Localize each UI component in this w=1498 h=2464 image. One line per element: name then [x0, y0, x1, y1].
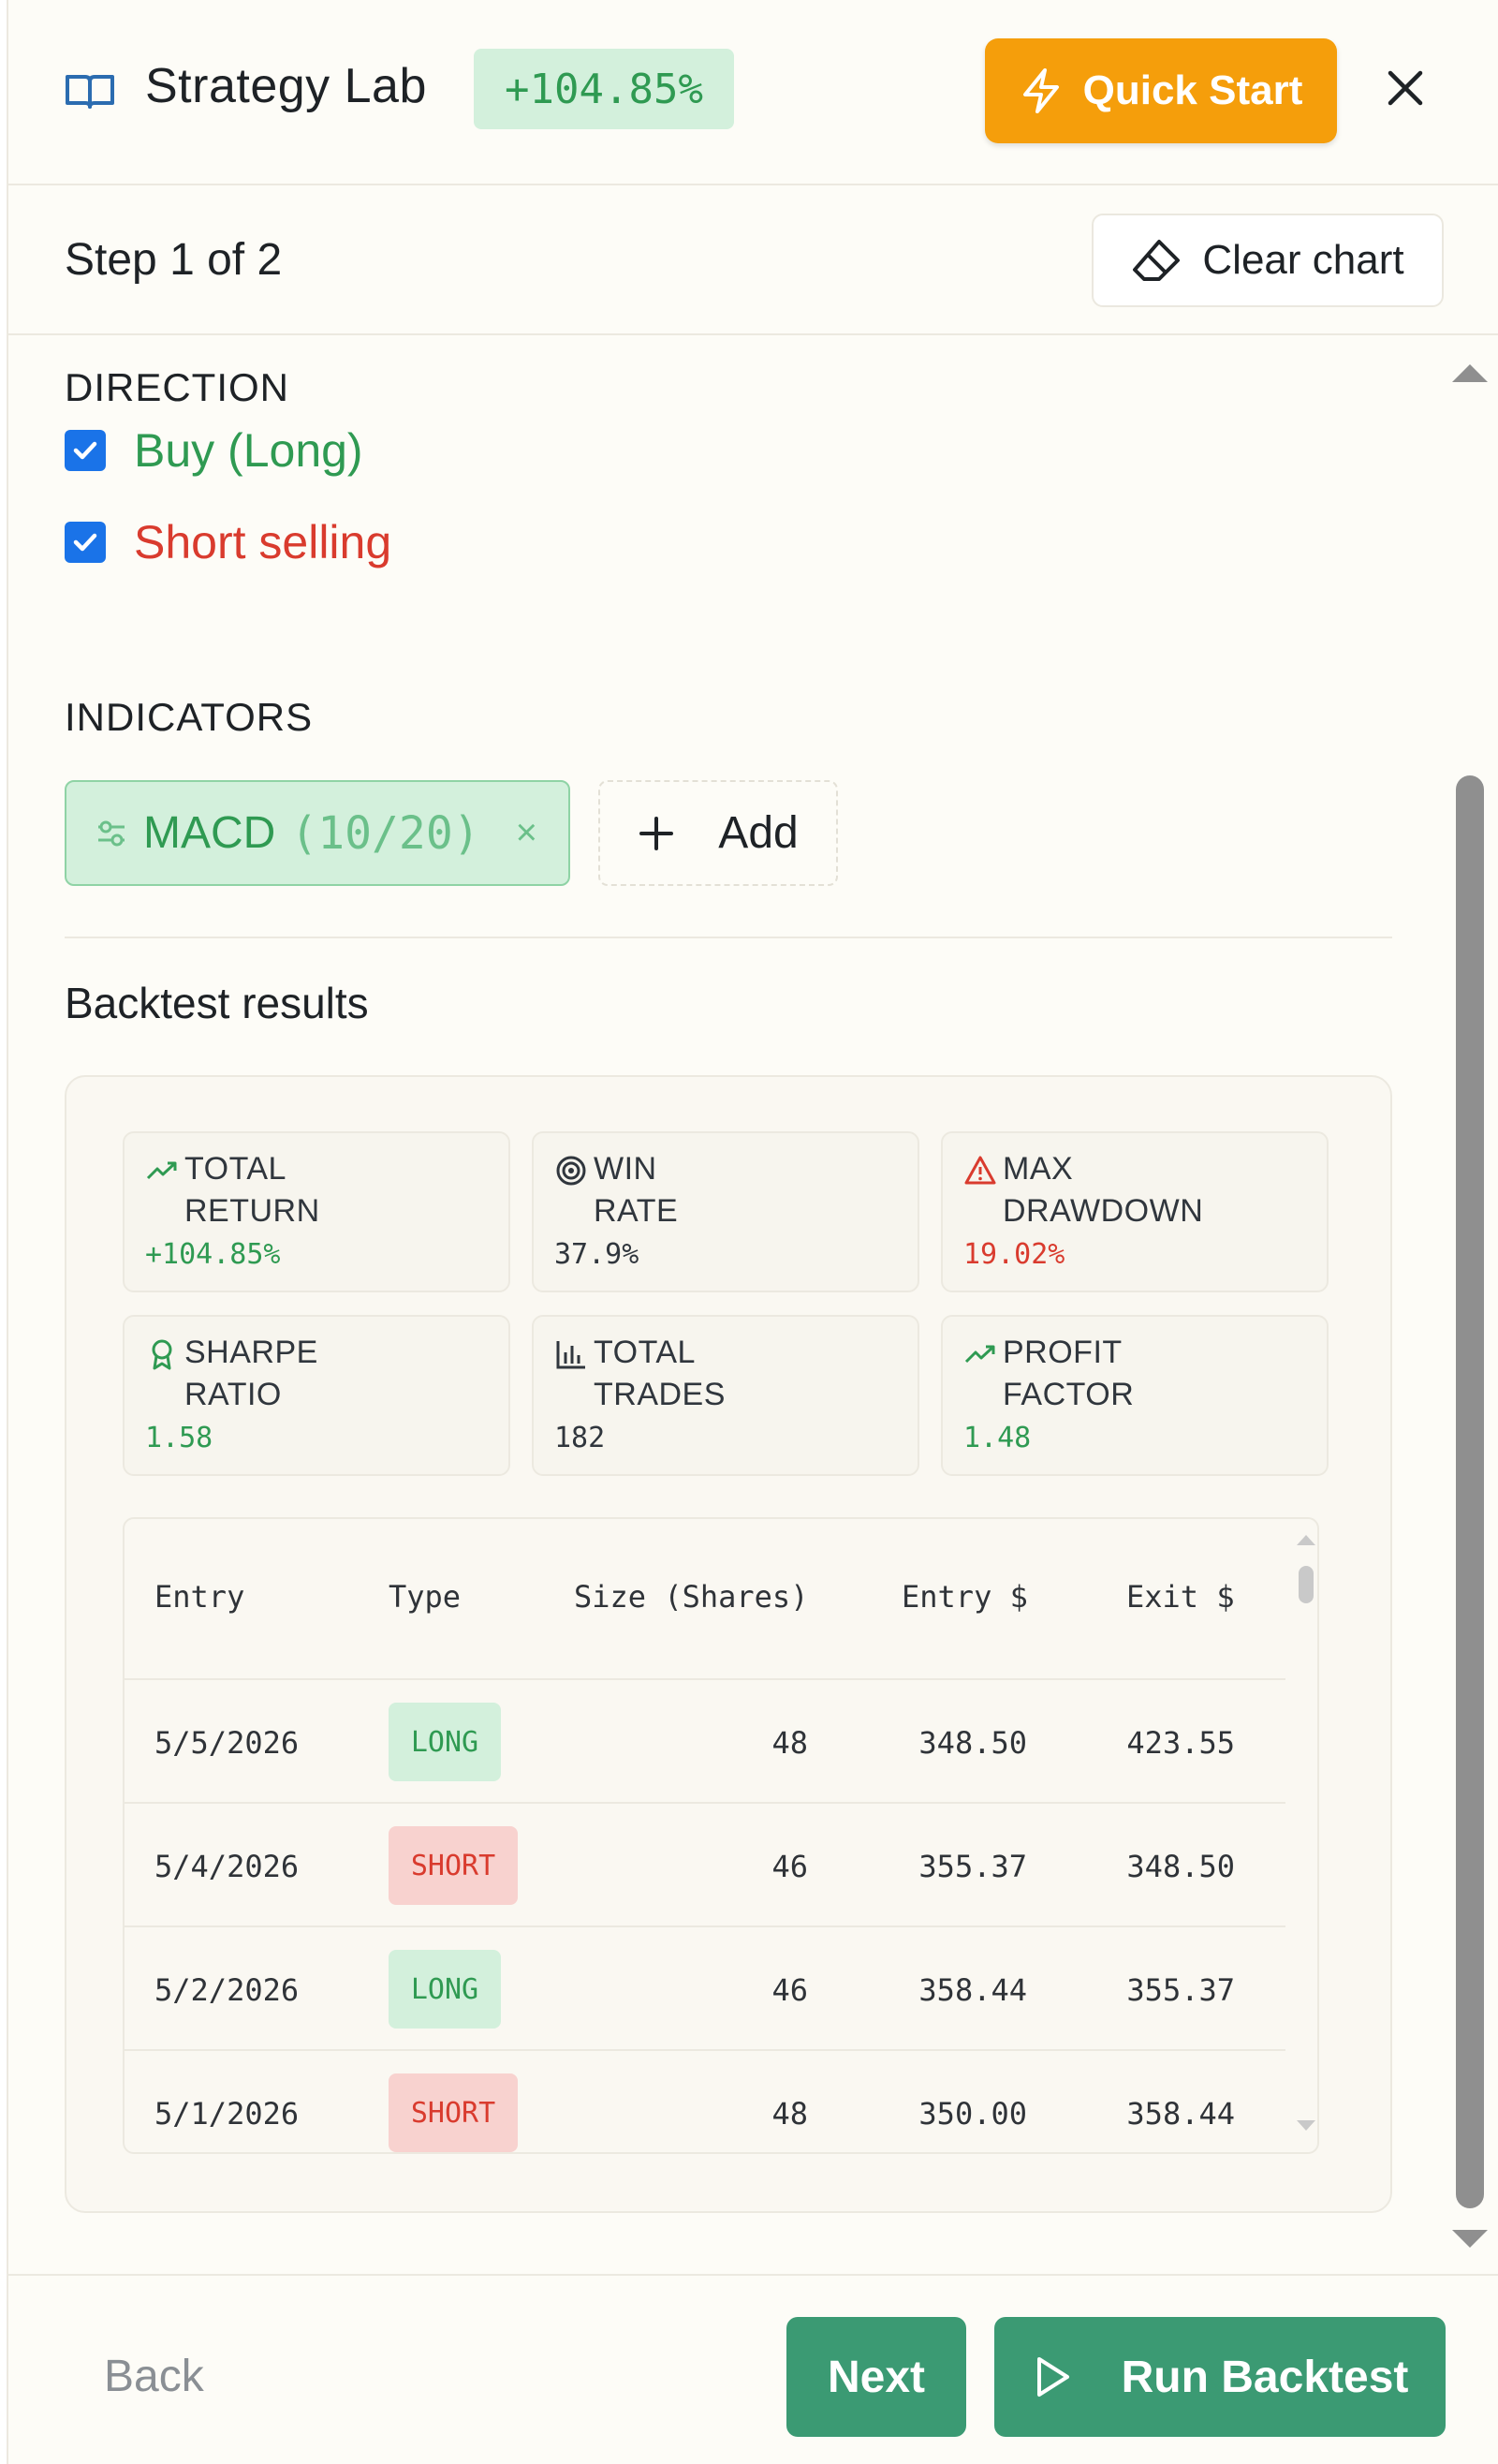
short-selling-checkbox[interactable]	[65, 522, 106, 563]
metric-label: MAX	[1003, 1151, 1074, 1187]
metric-value: 37.9%	[554, 1238, 639, 1271]
column-header-type: Type	[389, 1579, 462, 1615]
metric-label: RATIO	[184, 1377, 282, 1412]
quick-start-label: Quick Start	[1082, 67, 1303, 113]
metric-value: 1.48	[963, 1422, 1032, 1454]
backtest-results-card: TOTAL RETURN +104.85% WIN RATE 37.9% MAX…	[65, 1075, 1392, 2213]
wizard-content: DIRECTION Buy (Long) Short selling INDIC…	[8, 337, 1450, 2266]
column-header-size: Size (Shares)	[574, 1579, 809, 1615]
next-button[interactable]: Next	[786, 2317, 966, 2437]
direction-section-label: DIRECTION	[65, 365, 289, 409]
back-button[interactable]: Back	[104, 2351, 204, 2402]
bar-chart-icon	[556, 1341, 585, 1369]
book-open-icon	[66, 75, 114, 109]
backtest-results-title: Backtest results	[65, 979, 369, 1027]
buy-long-option[interactable]: Buy (Long)	[65, 423, 363, 478]
table-header-row: Entry Type Size (Shares) Entry $ Exit $	[125, 1519, 1285, 1680]
metric-total-trades: TOTAL TRADES 182	[532, 1315, 919, 1476]
metric-label: TOTAL	[594, 1335, 696, 1370]
run-backtest-label: Run Backtest	[1121, 2352, 1409, 2402]
indicator-params: (10/20)	[290, 806, 480, 860]
step-indicator: Step 1 of 2	[65, 235, 283, 285]
column-header-exit-price: Exit $	[1126, 1579, 1235, 1615]
metric-label: RETURN	[184, 1193, 320, 1229]
entry-date: 5/2/2026	[154, 1972, 300, 2008]
indicator-chip-macd[interactable]: MACD (10/20) ×	[65, 780, 570, 886]
warning-icon	[964, 1156, 996, 1185]
clear-chart-label: Clear chart	[1202, 237, 1404, 283]
metric-value: +104.85%	[145, 1238, 281, 1271]
eraser-icon	[1133, 240, 1181, 281]
lightning-icon	[1022, 68, 1059, 113]
close-icon[interactable]	[1385, 67, 1426, 109]
total-return-badge: +104.85%	[474, 49, 734, 129]
quick-start-button[interactable]: Quick Start	[985, 38, 1337, 143]
metric-label: DRAWDOWN	[1003, 1193, 1204, 1229]
page-title: Strategy Lab	[145, 59, 427, 113]
metric-win-rate: WIN RATE 37.9%	[532, 1131, 919, 1292]
scroll-down-arrow-icon[interactable]	[1450, 2227, 1490, 2251]
step-bar: Step 1 of 2 Clear chart	[8, 185, 1498, 335]
section-divider	[65, 937, 1392, 938]
entry-date: 5/5/2026	[154, 1725, 300, 1761]
remove-indicator-icon[interactable]: ×	[516, 812, 537, 854]
metric-value: 1.58	[145, 1422, 213, 1454]
trend-up-icon	[146, 1161, 177, 1180]
table-scrollbar-thumb[interactable]	[1299, 1566, 1314, 1603]
metric-total-return: TOTAL RETURN +104.85%	[123, 1131, 510, 1292]
metric-value: 182	[554, 1422, 606, 1454]
target-icon	[556, 1156, 586, 1186]
buy-long-label: Buy (Long)	[134, 424, 363, 477]
metric-value: 19.02%	[963, 1238, 1065, 1271]
metric-label: PROFIT	[1003, 1335, 1123, 1370]
table-row[interactable]: 5/2/2026 LONG 46 358.44 355.37	[125, 1927, 1285, 2051]
entry-date: 5/1/2026	[154, 2096, 300, 2132]
clear-chart-button[interactable]: Clear chart	[1092, 214, 1444, 307]
exit-price: 355.37	[1126, 1972, 1235, 2008]
metric-max-drawdown: MAX DRAWDOWN 19.02%	[941, 1131, 1329, 1292]
indicators-section-label: INDICATORS	[65, 695, 314, 739]
metric-label: RATE	[594, 1193, 679, 1229]
metric-profit-factor: PROFIT FACTOR 1.48	[941, 1315, 1329, 1476]
metric-label: FACTOR	[1003, 1377, 1135, 1412]
metric-label: TRADES	[594, 1377, 726, 1412]
add-indicator-label: Add	[718, 808, 799, 858]
trend-up-icon	[964, 1345, 995, 1364]
buy-long-checkbox[interactable]	[65, 430, 106, 471]
plus-icon	[639, 816, 674, 850]
checkmark-icon	[73, 441, 97, 460]
metric-sharpe-ratio: SHARPE RATIO 1.58	[123, 1315, 510, 1476]
checkmark-icon	[73, 533, 97, 552]
table-scroll-up-icon[interactable]	[1295, 1532, 1317, 1547]
short-selling-option[interactable]: Short selling	[65, 515, 391, 569]
trades-table[interactable]: Entry Type Size (Shares) Entry $ Exit $ …	[123, 1517, 1319, 2154]
sliders-icon	[98, 820, 125, 846]
add-indicator-button[interactable]: Add	[598, 780, 838, 886]
metric-label: TOTAL	[184, 1151, 286, 1187]
panel-header: Strategy Lab +104.85% Quick Start	[8, 0, 1498, 185]
metric-label: WIN	[594, 1151, 657, 1187]
run-backtest-button[interactable]: Run Backtest	[994, 2317, 1446, 2437]
exit-price: 423.55	[1126, 1725, 1235, 1761]
play-icon	[1036, 2357, 1069, 2397]
strategy-lab-panel: Strategy Lab +104.85% Quick Start Step 1…	[7, 0, 1498, 2464]
entry-date: 5/4/2026	[154, 1849, 300, 1884]
metric-label: SHARPE	[184, 1335, 318, 1370]
table-row[interactable]: 5/5/2026 LONG 48 348.50 423.55	[125, 1680, 1285, 1804]
table-row[interactable]: 5/4/2026 SHORT 46 355.37 348.50	[125, 1804, 1285, 1927]
column-header-entry: Entry	[154, 1579, 245, 1615]
wizard-footer: Back Next Run Backtest	[8, 2274, 1498, 2464]
short-selling-label: Short selling	[134, 516, 392, 568]
exit-price: 348.50	[1126, 1849, 1235, 1884]
scroll-up-arrow-icon[interactable]	[1450, 361, 1490, 385]
column-header-entry-price: Entry $	[902, 1579, 1028, 1615]
award-icon	[152, 1339, 172, 1370]
scrollbar-thumb[interactable]	[1456, 775, 1484, 2208]
exit-price: 358.44	[1126, 2096, 1235, 2132]
indicator-name: MACD	[143, 808, 276, 858]
table-scroll-down-icon[interactable]	[1295, 2118, 1317, 2133]
table-row[interactable]: 5/1/2026 SHORT 48 350.00 358.44	[125, 2051, 1285, 2152]
